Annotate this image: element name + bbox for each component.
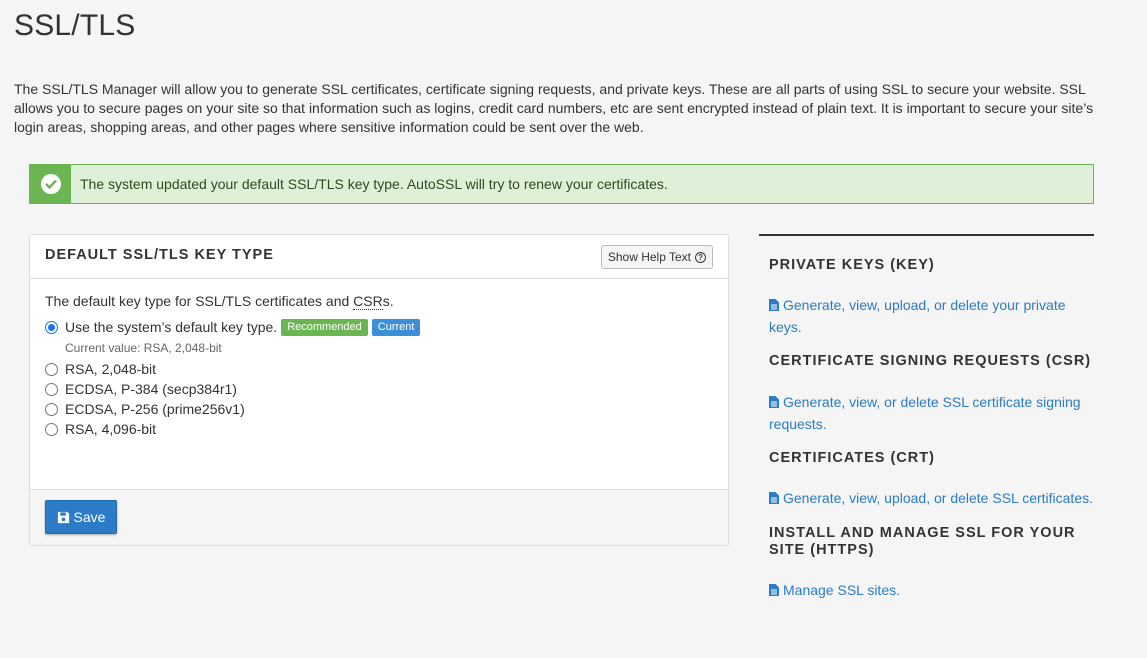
sidebar-heading-csr: CERTIFICATE SIGNING REQUESTS (CSR) [769,353,1092,369]
success-alert: The system updated your default SSL/TLS … [29,164,1094,204]
panel-footer: Save [30,489,728,545]
radio-rsa-2048[interactable] [45,362,58,376]
option-ecdsa-p384[interactable]: ECDSA, P-384 (secp384r1) [45,379,715,399]
check-circle-icon [40,174,61,194]
option-label: RSA, 2,048-bit [65,361,157,377]
sidebar-heading-install-ssl: INSTALL AND MANAGE SSL FOR YOUR SITE (HT… [769,525,1076,558]
option-label: ECDSA, P-256 (prime256v1) [65,401,245,417]
option-label: ECDSA, P-384 (secp384r1) [65,381,237,397]
sidebar: PRIVATE KEYS (KEY) Generate, view, uploa… [759,234,1094,602]
description-text: The default key type for SSL/TLS certifi… [45,293,354,309]
radio-rsa-4096[interactable] [45,422,58,436]
panel-body: The default key type for SSL/TLS certifi… [45,293,715,439]
file-icon [769,581,779,602]
current-badge: Current [371,318,421,336]
question-circle-icon: ? [695,251,706,263]
sidebar-heading-certificates: CERTIFICATES (CRT) [769,450,935,466]
option-label: Use the system’s default key type. [65,319,278,335]
option-ecdsa-p256[interactable]: ECDSA, P-256 (prime256v1) [45,399,715,419]
save-label: Save [73,509,106,525]
floppy-disk-icon [57,511,69,523]
key-type-panel: DEFAULT SSL/TLS KEY TYPE Show Help Text … [29,234,729,546]
option-rsa-2048[interactable]: RSA, 2,048-bit [45,359,715,379]
csr-abbreviation: CSR [353,293,383,310]
page-title: SSL/TLS [14,9,136,42]
link-label: Generate, view, upload, or delete your p… [769,297,1066,335]
option-label: RSA, 4,096-bit [65,421,157,437]
link-certificates[interactable]: Generate, view, upload, or delete SSL ce… [769,488,1094,510]
alert-message: The system updated your default SSL/TLS … [80,176,668,192]
radio-system-default[interactable] [45,320,58,334]
panel-heading: DEFAULT SSL/TLS KEY TYPE Show Help Text … [30,235,728,279]
radio-ecdsa-p384[interactable] [45,382,58,396]
option-rsa-4096[interactable]: RSA, 4,096-bit [45,419,715,439]
link-manage-ssl-sites[interactable]: Manage SSL sites. [769,580,1094,602]
save-button[interactable]: Save [45,500,117,534]
link-csr[interactable]: Generate, view, or delete SSL certificat… [769,392,1094,435]
link-private-keys[interactable]: Generate, view, upload, or delete your p… [769,295,1094,338]
link-label: Generate, view, or delete SSL certificat… [769,394,1081,432]
option-system-default[interactable]: Use the system’s default key type. Recom… [45,317,715,337]
link-label: Manage SSL sites. [783,582,900,598]
panel-title: DEFAULT SSL/TLS KEY TYPE [45,247,274,263]
sidebar-heading-private-keys: PRIVATE KEYS (KEY) [769,257,935,273]
radio-ecdsa-p256[interactable] [45,402,58,416]
intro-text: The SSL/TLS Manager will allow you to ge… [14,81,1094,135]
link-label: Generate, view, upload, or delete SSL ce… [783,490,1093,506]
alert-icon-box [30,165,71,203]
key-type-description: The default key type for SSL/TLS certifi… [45,293,715,310]
file-icon [769,393,779,414]
file-icon [769,489,779,510]
file-icon [769,296,779,317]
description-suffix: s. [382,293,394,309]
current-value-text: Current value: RSA, 2,048-bit [65,341,222,355]
help-button-label: Show Help Text [607,250,691,264]
show-help-text-button[interactable]: Show Help Text ? [600,245,713,269]
recommended-badge: Recommended [281,318,368,336]
